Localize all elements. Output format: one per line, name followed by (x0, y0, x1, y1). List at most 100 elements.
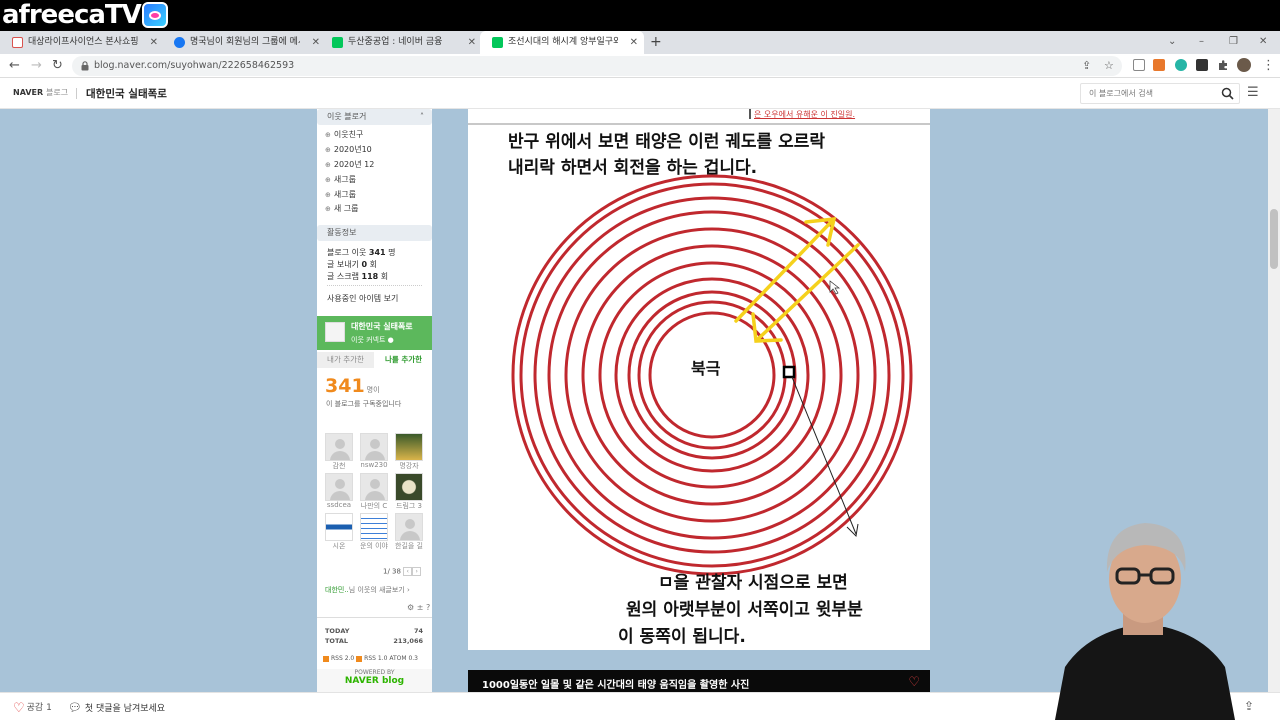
page-scrollbar[interactable] (1268, 109, 1280, 692)
tab-added-by-me[interactable]: 내가 추가한 (317, 352, 374, 368)
blog-header: NAVER 블로그 대한민국 실태폭로 ☰ (0, 78, 1280, 109)
naver-favicon-icon (332, 37, 343, 48)
neighbor-avatar[interactable] (360, 513, 388, 541)
neighbor-new-posts-link[interactable]: 대한민..님 이웃의 새글보기 › (325, 585, 410, 595)
new-tab-button[interactable]: + (650, 31, 662, 54)
extension-teal-icon[interactable] (1175, 59, 1187, 71)
browser-menu-icon[interactable]: ⋮ (1262, 54, 1275, 78)
profile-avatar[interactable] (1237, 58, 1251, 72)
activity-scrap: 글 스크랩 118 회 (327, 272, 389, 281)
address-bar-row: ← → ↻ blog.naver.com/suyohwan/2226584625… (0, 54, 1280, 78)
extension-orange-icon[interactable] (1153, 59, 1165, 71)
like-button[interactable]: ♡ 공감 1 (13, 700, 52, 716)
header-divider (76, 88, 77, 99)
close-tab-icon[interactable]: ✕ (630, 31, 638, 54)
tab-added-me[interactable]: 나를 추가한 (375, 352, 432, 368)
close-tab-icon[interactable]: ✕ (150, 31, 158, 54)
hamburger-menu-icon[interactable]: ☰ (1247, 85, 1259, 100)
feed-links: RSS 2.0 RSS 1.0 ATOM 0.3 (323, 655, 418, 662)
bookmark-star-icon[interactable]: ☆ (1104, 56, 1114, 76)
chevron-up-icon[interactable]: ˄ (420, 109, 424, 125)
neighbor-name[interactable]: 운의 이야 (356, 541, 392, 551)
neighbor-group-item[interactable]: 새그룹 (325, 174, 356, 185)
browser-tab[interactable]: 두산중공업 : 네이버 금융 ✕ (320, 31, 482, 54)
total-count: TOTAL 213,066 (325, 637, 423, 645)
naver-blog-logo[interactable]: NAVER 블로그 (13, 87, 68, 98)
today-count: TODAY 74 (325, 627, 423, 635)
extension-copy-icon[interactable] (1133, 59, 1145, 71)
neighbor-avatar[interactable] (325, 433, 353, 461)
neighbor-avatar[interactable] (360, 473, 388, 501)
neighbor-group-item[interactable]: 2020년 12 (325, 159, 374, 170)
browser-tab[interactable]: 대상라이프사이언스 본사쇼핑몰 ✕ (0, 31, 164, 54)
neighbor-avatar[interactable] (395, 513, 423, 541)
neighbor-avatar[interactable] (325, 473, 353, 501)
like-count: 1 (46, 703, 52, 713)
browser-tab[interactable]: 명국님이 회원님의 그룹에 메시지를 ✕ (162, 31, 326, 54)
rss2-link[interactable]: RSS 2.0 (323, 655, 354, 662)
subscriber-count: 341 명이 (325, 375, 380, 397)
north-pole-label: 북극 (691, 359, 721, 378)
neighbor-name[interactable]: 나만의 C (356, 501, 392, 511)
comment-button[interactable]: 💬︎ 첫 댓글을 남겨보세요 (68, 701, 165, 714)
neighbor-group-item[interactable]: 이웃친구 (325, 129, 363, 140)
neighbor-name[interactable]: 시온 (321, 541, 357, 551)
afreeca-logo: afreecaTV (2, 0, 142, 30)
close-tab-icon[interactable]: ✕ (312, 31, 320, 54)
prev-page-icon[interactable]: ‹ (403, 567, 413, 576)
forward-arrow-icon[interactable]: → (31, 54, 42, 78)
subscriber-subtext: 이 블로그를 구독중입니다 (326, 400, 402, 408)
extensions-puzzle-icon[interactable] (1217, 59, 1229, 71)
next-image-title: 1000일동안 일몰 및 같은 시간대의 태양 움직임을 촬영한 사진 (482, 680, 750, 691)
share-icon[interactable]: ⇪ (1244, 699, 1254, 713)
close-tab-icon[interactable]: ✕ (468, 31, 476, 54)
heart-icon[interactable]: ♡ (908, 675, 920, 690)
next-page-icon[interactable]: › (412, 567, 422, 576)
neighbor-group-item[interactable]: 새 그룹 (325, 203, 359, 214)
tab-title: 대상라이프사이언스 본사쇼핑몰 (28, 37, 138, 47)
reload-icon[interactable]: ↻ (52, 54, 63, 78)
neighbor-avatar[interactable] (395, 473, 423, 501)
neighbor-avatar[interactable] (395, 433, 423, 461)
minimize-icon[interactable]: – (1199, 31, 1204, 54)
neighbor-avatar[interactable] (360, 433, 388, 461)
url-text: blog.naver.com/suyohwan/222658462593 (94, 60, 295, 71)
search-icon[interactable] (1221, 87, 1234, 100)
neighbor-name[interactable]: 한길을 길 (391, 541, 427, 551)
neighbor-tabs: 내가 추가한 나를 추가한 (317, 352, 432, 368)
naver-wordmark: NAVER (13, 88, 44, 97)
blog-search-input[interactable] (1081, 84, 1211, 103)
widget-settings-icon[interactable]: ⚙ ± ? (407, 603, 430, 612)
neighbor-group-item[interactable]: 2020년10 (325, 144, 372, 155)
rss-icon (323, 655, 329, 662)
down-arrow-line (756, 243, 860, 341)
items-in-use-link[interactable]: 사용중인 아이템 보기 (327, 293, 398, 304)
neighbor-name[interactable]: 감천 (321, 461, 357, 471)
browser-tab-active[interactable]: 조선시대의 해시계 앙부일구와 ... ✕ (480, 31, 644, 54)
neighbor-group-item[interactable]: 새그룹 (325, 189, 356, 200)
neighbor-name[interactable]: 명강자 (391, 461, 427, 471)
rss1-link[interactable]: RSS 1.0 (356, 655, 387, 662)
neighbor-name[interactable]: 드림그 3 (391, 501, 427, 511)
neighbor-name[interactable]: ssdcea (321, 501, 357, 509)
restore-icon[interactable]: ❐ (1229, 31, 1238, 54)
close-window-icon[interactable]: ✕ (1259, 31, 1267, 54)
neighbor-connect-card[interactable]: 대한민국 실태폭로 이웃 커넥트 ● (317, 316, 432, 350)
arrow-circle-icon: ● (387, 336, 394, 344)
neighbor-name[interactable]: nsw230 (356, 461, 392, 469)
rss-icon (356, 655, 363, 662)
neighbor-avatar[interactable] (325, 513, 353, 541)
next-image-banner: 1000일동안 일몰 및 같은 시간대의 태양 움직임을 촬영한 사진 ♡ (468, 670, 930, 692)
scrollbar-thumb[interactable] (1270, 209, 1278, 269)
blog-title[interactable]: 대한민국 실태폭로 (86, 86, 167, 101)
activity-neighbors: 블로그 이웃 341 명 (327, 248, 396, 257)
streamer-webcam (1055, 523, 1235, 720)
omnibox[interactable]: blog.naver.com/suyohwan/222658462593 ⇪ ☆ (72, 56, 1122, 76)
extension-dark-icon[interactable] (1196, 59, 1208, 71)
tab-search-icon[interactable]: ⌄ (1168, 31, 1176, 54)
neighbor-blogger-header[interactable]: 이웃 블로거 ˄ (317, 109, 432, 125)
back-arrow-icon[interactable]: ← (9, 54, 20, 78)
atom-link[interactable]: ATOM 0.3 (389, 655, 418, 662)
share-page-icon[interactable]: ⇪ (1082, 56, 1091, 76)
bottom-caption-line-2: 원의 아랫부분이 서쪽이고 윗부분 (626, 600, 863, 620)
